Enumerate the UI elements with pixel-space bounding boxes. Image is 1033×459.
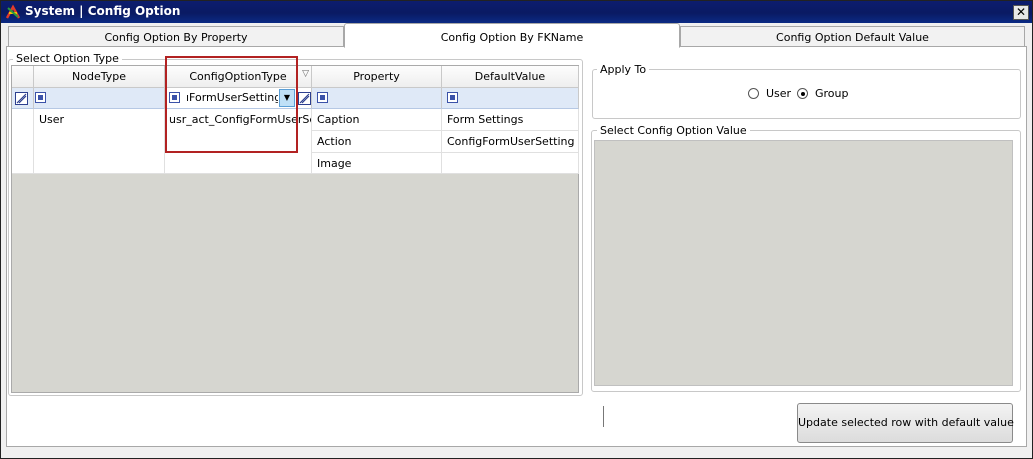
tab-label: Config Option By FKName xyxy=(440,31,584,44)
filter-cell-defaultvalue[interactable] xyxy=(442,88,579,109)
filter-cell-nodetype[interactable] xyxy=(34,88,165,109)
update-selected-row-button[interactable]: Update selected row with default value xyxy=(797,403,1014,443)
select-config-option-value-legend: Select Config Option Value xyxy=(597,124,750,137)
row-selector[interactable] xyxy=(12,109,34,174)
apply-to-user-radio[interactable] xyxy=(748,88,759,99)
close-button[interactable]: ✕ xyxy=(1013,5,1029,20)
status-divider xyxy=(603,406,604,427)
table-cell-property[interactable]: Image xyxy=(312,153,442,174)
clear-filter-icon[interactable] xyxy=(298,92,311,105)
table-cell-property[interactable]: Action xyxy=(312,131,442,153)
table-cell-defaultvalue[interactable] xyxy=(442,153,579,174)
tab-label: Config Option Default Value xyxy=(776,31,929,44)
title-bar[interactable]: System | Config Option ✕ xyxy=(1,1,1032,23)
tab-config-option-by-fkname[interactable]: Config Option By FKName xyxy=(344,23,680,48)
table-cell-defaultvalue[interactable]: Form Settings xyxy=(442,109,579,131)
table-cell-defaultvalue[interactable]: ConfigFormUserSetting xyxy=(442,131,579,153)
filter-operator-icon[interactable] xyxy=(35,92,46,103)
config-option-value-list[interactable] xyxy=(594,140,1013,386)
apply-to-group-label[interactable]: Group xyxy=(815,87,849,100)
tab-label: Config Option By Property xyxy=(104,31,248,44)
column-header-defaultvalue[interactable]: DefaultValue xyxy=(442,66,579,88)
highlight-annotation-box xyxy=(165,56,298,153)
filter-funnel-icon[interactable]: ▽ xyxy=(302,63,309,85)
filter-operator-icon[interactable] xyxy=(317,92,328,103)
tab-config-option-default-value[interactable]: Config Option Default Value xyxy=(680,26,1025,47)
column-header-property[interactable]: Property xyxy=(312,66,442,88)
window-title: System | Config Option xyxy=(25,4,181,18)
grid-corner-header xyxy=(12,66,34,88)
apply-to-legend: Apply To xyxy=(597,63,650,76)
apply-to-user-label[interactable]: User xyxy=(766,87,791,100)
tab-config-option-by-property[interactable]: Config Option By Property xyxy=(8,26,344,47)
table-cell-property[interactable]: Caption xyxy=(312,109,442,131)
filter-operator-icon[interactable] xyxy=(447,92,458,103)
apply-to-group-radio[interactable] xyxy=(797,88,808,99)
app-logo-icon xyxy=(5,4,21,19)
column-header-nodetype[interactable]: NodeType xyxy=(34,66,165,88)
filter-cell-property[interactable] xyxy=(312,88,442,109)
select-option-type-legend: Select Option Type xyxy=(13,52,122,65)
clear-filter-icon xyxy=(15,92,28,105)
table-cell-nodetype[interactable]: User xyxy=(34,109,165,174)
filter-row-selector[interactable] xyxy=(12,88,34,109)
